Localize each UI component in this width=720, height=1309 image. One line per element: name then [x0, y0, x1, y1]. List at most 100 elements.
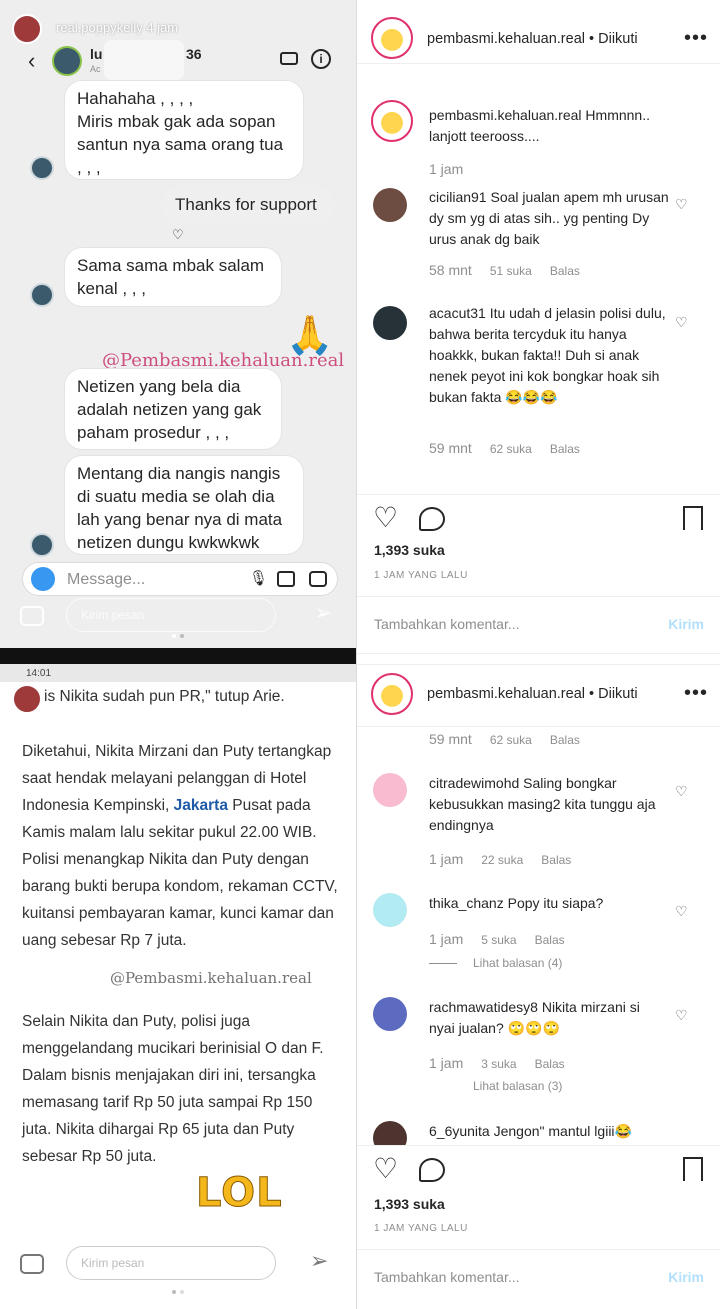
received-message: Sama sama mbak salam kenal , , ,	[64, 247, 282, 307]
story-article: 14:01 is Nikita sudah pun PR," tutup Ari…	[0, 664, 356, 1304]
comment-text: cicilian91 Soal jualan apem mh urusan dy…	[429, 189, 669, 247]
comment-meta: 58 mnt 51 suka Balas	[429, 262, 580, 278]
post-comment-button[interactable]: Kirim	[668, 616, 704, 632]
like-icon[interactable]: ♡	[373, 1152, 398, 1185]
received-message: Netizen yang bela dia adalah netizen yan…	[64, 368, 282, 450]
article-paragraph-2: Selain Nikita dan Puty, polisi juga meng…	[22, 1013, 324, 1165]
commenter-username[interactable]: cicilian91	[429, 189, 487, 205]
dm-avatar	[52, 46, 82, 76]
like-comment-icon[interactable]: ♡	[675, 1007, 689, 1023]
story-reply-input[interactable]: Kirim pesan	[66, 598, 276, 632]
gallery-icon[interactable]	[277, 571, 295, 587]
commenter-username[interactable]: citradewimohd	[429, 775, 519, 791]
dm-header: ‹ lu 36 Ac i	[0, 40, 356, 82]
story-reply-bar: Kirim pesan ➢	[0, 1246, 356, 1296]
like-comment-icon[interactable]: ♡	[675, 314, 689, 330]
jakarta-link[interactable]: Jakarta	[174, 797, 228, 814]
commenter-avatar[interactable]	[373, 188, 407, 222]
article-body-2: Selain Nikita dan Puty, polisi juga meng…	[22, 1008, 342, 1170]
add-comment-input[interactable]: Tambahkan komentar...	[374, 616, 520, 632]
page-dots	[172, 634, 184, 638]
comment-meta: 1 jam 3 suka Balas	[429, 1055, 565, 1071]
reply-button[interactable]: Balas	[550, 442, 580, 456]
commenter-avatar[interactable]	[373, 306, 407, 340]
article-top-line: is Nikita sudah pun PR," tutup Arie.	[44, 688, 285, 705]
comment-meta: 1 jam 5 suka Balas	[429, 931, 565, 947]
sent-message: Thanks for support	[162, 186, 334, 224]
comment-meta: 1 jam 22 suka Balas	[429, 851, 572, 867]
commenter-avatar[interactable]	[373, 893, 407, 927]
story-avatar[interactable]	[12, 684, 42, 714]
view-replies-button[interactable]: Lihat balasan (3)	[473, 1079, 562, 1093]
reply-button[interactable]: Balas	[550, 264, 580, 278]
reply-button[interactable]: Balas	[535, 933, 565, 947]
video-call-icon[interactable]	[280, 52, 298, 65]
like-icon[interactable]: ♡	[373, 501, 398, 534]
message-input[interactable]: Message... 🎙	[22, 562, 338, 596]
like-comment-icon[interactable]: ♡	[675, 196, 689, 212]
account-logo[interactable]	[371, 17, 413, 59]
story-camera-icon[interactable]	[20, 606, 44, 626]
commenter-username[interactable]: 6_6yunita	[429, 1123, 490, 1139]
comment-icon[interactable]	[419, 507, 445, 531]
story-reply-bar: Kirim pesan ➢	[0, 598, 356, 648]
post-comment-button[interactable]: Kirim	[668, 1269, 704, 1285]
story-header: real.poppykelly 4 jam	[0, 0, 356, 44]
commenter-avatar[interactable]	[373, 773, 407, 807]
reply-button[interactable]: Balas	[550, 733, 580, 747]
post-actions: ♡	[357, 494, 720, 538]
received-message: Mentang dia nangis nangis di suatu media…	[64, 455, 304, 555]
add-comment-bar: Tambahkan komentar... Kirim	[357, 1249, 720, 1307]
save-icon[interactable]	[683, 506, 703, 530]
back-icon[interactable]: ‹	[28, 48, 35, 74]
info-icon[interactable]: i	[311, 49, 331, 69]
dm-name-prefix: lu	[90, 46, 103, 62]
account-name[interactable]: pembasmi.kehaluan.real • Diikuti	[427, 686, 638, 702]
dm-avatar-small	[30, 156, 54, 180]
dm-name-suffix: 36	[186, 46, 202, 62]
story-reply-input[interactable]: Kirim pesan	[66, 1246, 276, 1280]
microphone-icon[interactable]: 🎙	[249, 569, 268, 587]
comment-icon[interactable]	[419, 1158, 445, 1182]
camera-icon[interactable]	[31, 567, 55, 591]
sticker-icon[interactable]	[309, 571, 327, 587]
reply-button[interactable]: Balas	[541, 853, 571, 867]
caption-username[interactable]: pembasmi.kehaluan.real	[429, 107, 582, 123]
commenter-username[interactable]: acacut31	[429, 305, 486, 321]
story-separator	[0, 648, 356, 664]
post-time: 1 JAM YANG LALU	[374, 1223, 468, 1234]
add-comment-bar: Tambahkan komentar... Kirim	[357, 596, 720, 654]
more-options-icon[interactable]: •••	[684, 682, 708, 705]
save-icon[interactable]	[683, 1157, 703, 1181]
watermark: @Pembasmi.kehaluan.real	[110, 969, 312, 987]
likes-count[interactable]: 1,393 suka	[374, 1196, 445, 1212]
page-dots	[172, 1290, 184, 1294]
send-icon[interactable]: ➢	[314, 600, 332, 626]
like-comment-icon[interactable]: ♡	[675, 903, 689, 919]
received-message: Hahahaha , , , , Miris mbak gak ada sopa…	[64, 80, 304, 180]
comment-meta: 59 mnt 62 suka Balas	[429, 731, 580, 747]
likes-count[interactable]: 1,393 suka	[374, 542, 445, 558]
post-time: 1 JAM YANG LALU	[374, 570, 468, 581]
add-comment-input[interactable]: Tambahkan komentar...	[374, 1269, 520, 1285]
more-options-icon[interactable]: •••	[684, 27, 708, 50]
caption-time: 1 jam	[429, 161, 464, 177]
commenter-avatar[interactable]	[373, 997, 407, 1031]
account-name[interactable]: pembasmi.kehaluan.real • Diikuti	[427, 31, 638, 47]
story-username[interactable]: real.poppykelly 4 jam	[56, 20, 178, 35]
caption-text: pembasmi.kehaluan.real Hmmnnn.. lanjott …	[429, 107, 650, 144]
lol-sticker: LOL	[196, 1170, 283, 1217]
view-replies-button[interactable]: Lihat balasan (4)	[429, 956, 562, 970]
reply-button[interactable]: Balas	[535, 1057, 565, 1071]
dm-active-status: Ac	[90, 64, 101, 74]
commenter-username[interactable]: rachmawatidesy8	[429, 999, 538, 1015]
send-icon[interactable]: ➢	[310, 1248, 328, 1274]
commenter-username[interactable]: thika_chanz	[429, 895, 504, 911]
caption-logo[interactable]	[371, 100, 413, 142]
story-camera-icon[interactable]	[20, 1254, 44, 1274]
comment-text: rachmawatidesy8 Nikita mirzani si nyai j…	[429, 999, 640, 1036]
account-logo[interactable]	[371, 673, 413, 715]
article-body: Diketahui, Nikita Mirzani dan Puty terta…	[22, 738, 342, 954]
like-comment-icon[interactable]: ♡	[675, 783, 689, 799]
comment-meta: 59 mnt 62 suka Balas	[429, 440, 580, 456]
